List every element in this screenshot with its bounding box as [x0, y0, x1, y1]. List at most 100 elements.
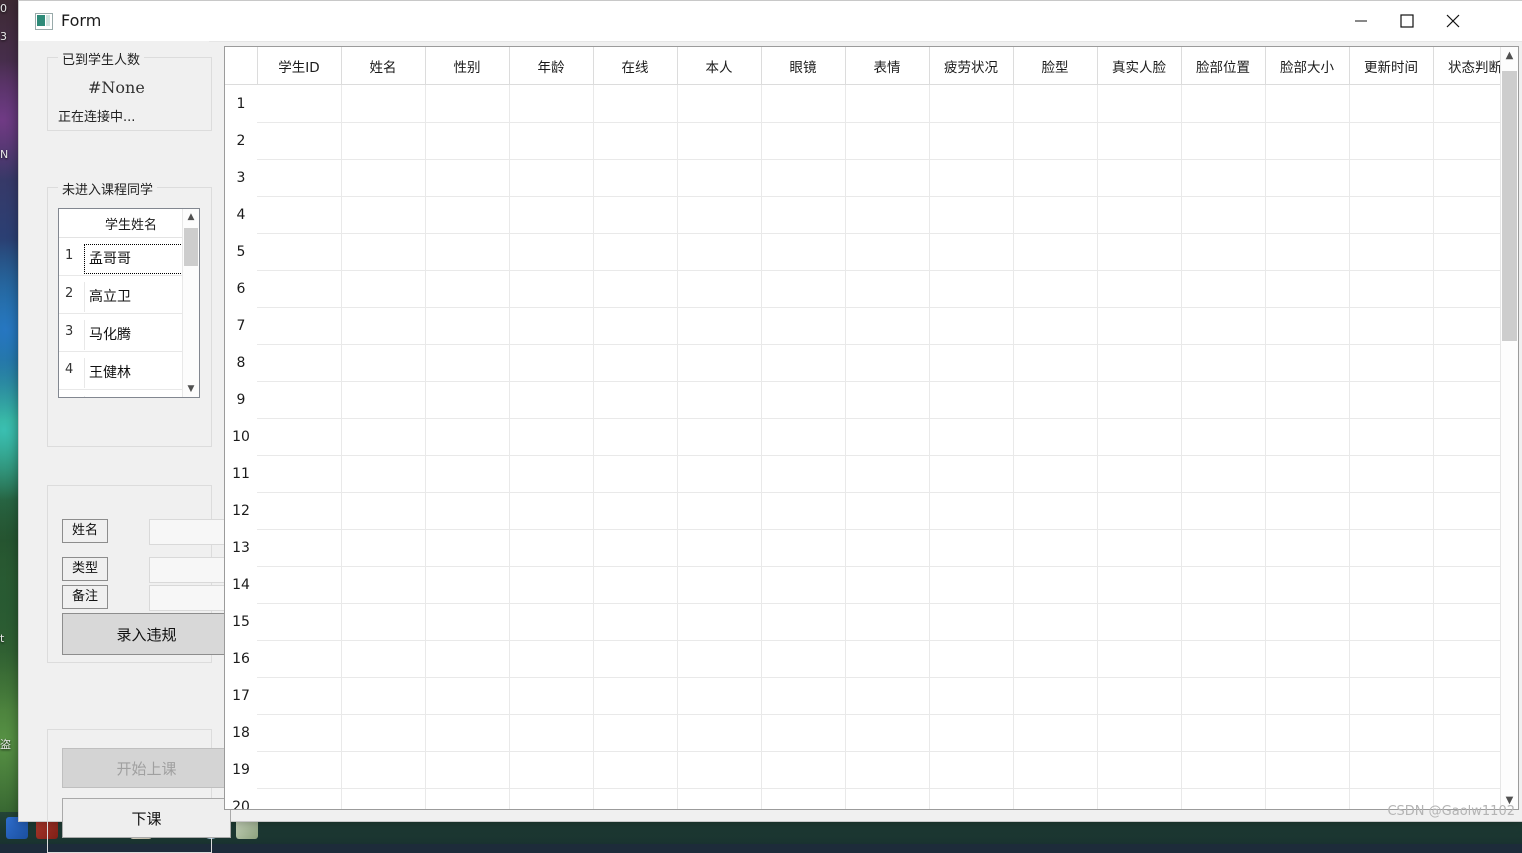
- grid-cell[interactable]: [845, 529, 930, 566]
- row-header-number[interactable]: 8: [225, 344, 257, 381]
- grid-cell[interactable]: [761, 85, 846, 122]
- grid-cell[interactable]: [929, 492, 1014, 529]
- grid-cell[interactable]: [1349, 159, 1434, 196]
- grid-cell[interactable]: [1265, 122, 1350, 159]
- grid-cell[interactable]: [1181, 603, 1266, 640]
- grid-cell[interactable]: [845, 122, 930, 159]
- grid-cell[interactable]: [1265, 381, 1350, 418]
- row-header-number[interactable]: 19: [225, 751, 257, 788]
- grid-cell[interactable]: [1013, 640, 1098, 677]
- grid-cell[interactable]: [1013, 233, 1098, 270]
- grid-cell[interactable]: [929, 640, 1014, 677]
- table-row[interactable]: 12: [225, 492, 1518, 530]
- grid-cell[interactable]: [509, 196, 594, 233]
- grid-column-header[interactable]: 疲劳状况: [929, 47, 1014, 84]
- grid-cell[interactable]: [761, 603, 846, 640]
- grid-cell[interactable]: [1265, 566, 1350, 603]
- grid-cell[interactable]: [593, 418, 678, 455]
- grid-cell[interactable]: [677, 418, 762, 455]
- grid-cell[interactable]: [1349, 381, 1434, 418]
- grid-cell[interactable]: [593, 714, 678, 751]
- grid-cell[interactable]: [425, 455, 510, 492]
- grid-cell[interactable]: [677, 751, 762, 788]
- list-item[interactable]: 4 王健林: [59, 352, 199, 390]
- grid-cell[interactable]: [425, 159, 510, 196]
- grid-cell[interactable]: [677, 714, 762, 751]
- grid-cell[interactable]: [677, 233, 762, 270]
- grid-cell[interactable]: [677, 492, 762, 529]
- grid-cell[interactable]: [257, 603, 342, 640]
- grid-cell[interactable]: [509, 640, 594, 677]
- grid-cell[interactable]: [1097, 85, 1182, 122]
- grid-cell[interactable]: [761, 455, 846, 492]
- grid-cell[interactable]: [1349, 307, 1434, 344]
- not-in-course-scrollbar[interactable]: ▲ ▼: [182, 209, 199, 397]
- grid-cell[interactable]: [1097, 566, 1182, 603]
- list-item[interactable]: 3 马化腾: [59, 314, 199, 352]
- grid-cell[interactable]: [929, 677, 1014, 714]
- grid-cell[interactable]: [929, 307, 1014, 344]
- grid-cell[interactable]: [425, 529, 510, 566]
- row-header-number[interactable]: 20: [225, 788, 257, 809]
- student-status-grid[interactable]: 学生ID 姓名 性别 年龄 在线 本人 眼镜 表情 疲劳状况 脸型 真实人脸 脸部位置 脸部大小 更新时间…: [224, 46, 1519, 810]
- grid-cell[interactable]: [845, 603, 930, 640]
- grid-cell[interactable]: [929, 788, 1014, 809]
- grid-cell[interactable]: [1265, 455, 1350, 492]
- grid-cell[interactable]: [845, 270, 930, 307]
- grid-cell[interactable]: [677, 85, 762, 122]
- grid-cell[interactable]: [1013, 751, 1098, 788]
- grid-cell[interactable]: [1265, 714, 1350, 751]
- grid-cell[interactable]: [341, 122, 426, 159]
- grid-cell[interactable]: [257, 492, 342, 529]
- grid-cell[interactable]: [425, 196, 510, 233]
- list-item[interactable]: 1 孟哥哥: [59, 238, 199, 276]
- grid-cell[interactable]: [1013, 307, 1098, 344]
- grid-cell[interactable]: [1349, 122, 1434, 159]
- grid-cell[interactable]: [257, 307, 342, 344]
- grid-cell[interactable]: [845, 640, 930, 677]
- grid-cell[interactable]: [509, 344, 594, 381]
- grid-cell[interactable]: [1013, 381, 1098, 418]
- grid-cell[interactable]: [845, 196, 930, 233]
- grid-cell[interactable]: [929, 714, 1014, 751]
- grid-cell[interactable]: [593, 85, 678, 122]
- grid-cell[interactable]: [425, 640, 510, 677]
- table-row[interactable]: 14: [225, 566, 1518, 604]
- grid-cell[interactable]: [425, 603, 510, 640]
- grid-cell[interactable]: [425, 492, 510, 529]
- grid-cell[interactable]: [1181, 714, 1266, 751]
- grid-cell[interactable]: [425, 233, 510, 270]
- grid-cell[interactable]: [1181, 344, 1266, 381]
- grid-cell[interactable]: [341, 455, 426, 492]
- row-header-number[interactable]: 11: [225, 455, 257, 492]
- grid-cell[interactable]: [1013, 270, 1098, 307]
- grid-cell[interactable]: [1097, 603, 1182, 640]
- grid-cell[interactable]: [257, 159, 342, 196]
- grid-cell[interactable]: [1097, 196, 1182, 233]
- grid-cell[interactable]: [761, 233, 846, 270]
- minimize-button[interactable]: [1339, 1, 1385, 40]
- table-row[interactable]: 15: [225, 603, 1518, 641]
- grid-cell[interactable]: [929, 418, 1014, 455]
- grid-cell[interactable]: [509, 270, 594, 307]
- grid-cell[interactable]: [1097, 344, 1182, 381]
- grid-cell[interactable]: [341, 196, 426, 233]
- grid-cell[interactable]: [593, 677, 678, 714]
- grid-cell[interactable]: [1265, 307, 1350, 344]
- grid-cell[interactable]: [1181, 492, 1266, 529]
- grid-cell[interactable]: [929, 159, 1014, 196]
- grid-column-header[interactable]: 在线: [593, 47, 678, 84]
- grid-cell[interactable]: [1097, 714, 1182, 751]
- grid-cell[interactable]: [1349, 270, 1434, 307]
- grid-cell[interactable]: [1349, 85, 1434, 122]
- grid-cell[interactable]: [761, 307, 846, 344]
- table-row[interactable]: 16: [225, 640, 1518, 678]
- grid-cell[interactable]: [257, 381, 342, 418]
- table-row[interactable]: 8: [225, 344, 1518, 382]
- grid-cell[interactable]: [1349, 233, 1434, 270]
- grid-cell[interactable]: [845, 344, 930, 381]
- grid-cell[interactable]: [1097, 307, 1182, 344]
- grid-cell[interactable]: [425, 751, 510, 788]
- grid-cell[interactable]: [341, 307, 426, 344]
- grid-cell[interactable]: [1013, 566, 1098, 603]
